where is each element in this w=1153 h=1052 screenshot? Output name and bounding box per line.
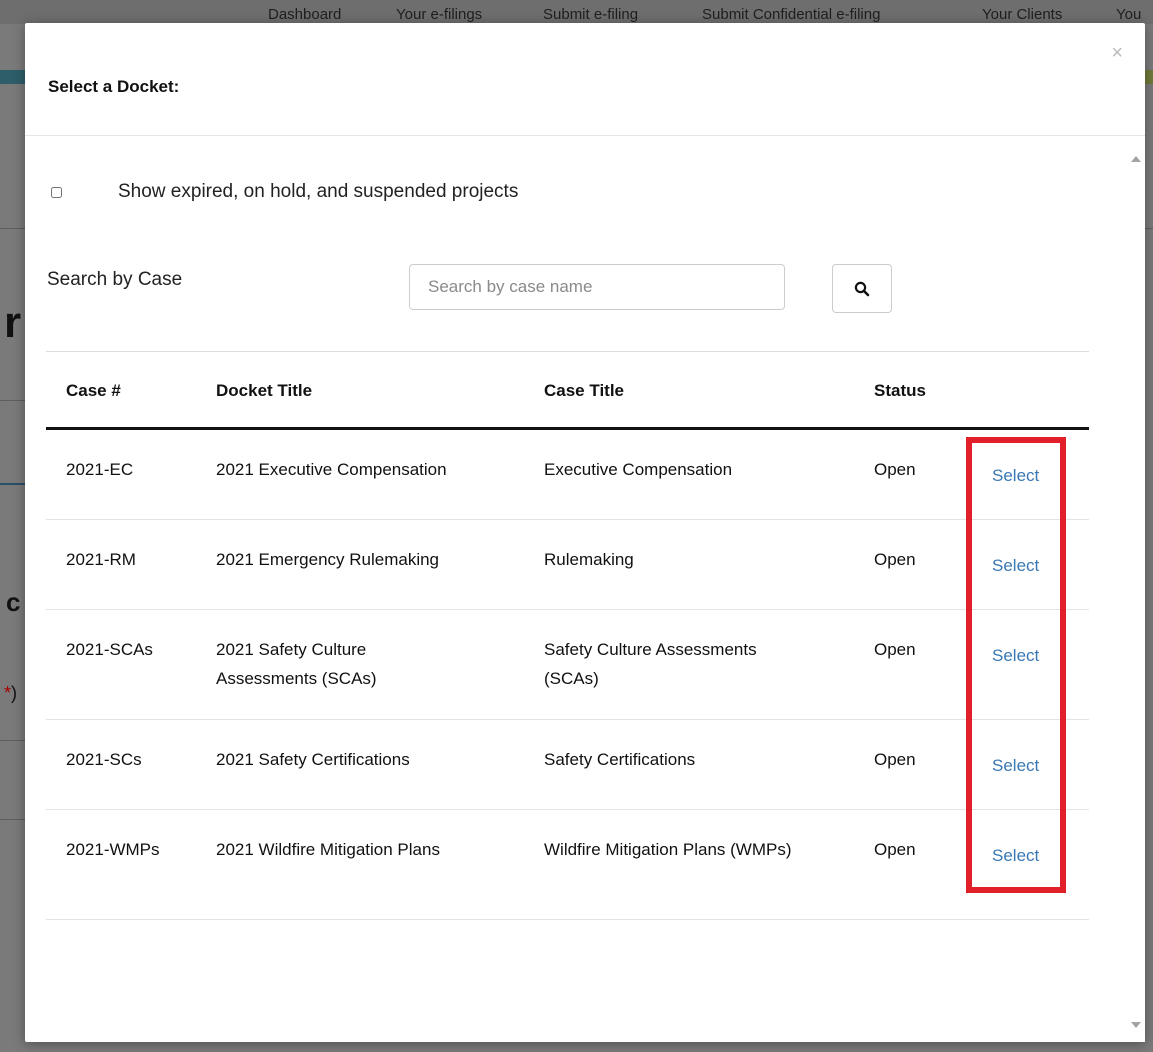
status-cell: Open <box>874 640 916 659</box>
bg-accent-bar <box>1145 70 1153 84</box>
select-docket-modal: Select a Docket: × Show expired, on hold… <box>25 23 1145 1042</box>
bg-accent-bar <box>0 70 26 84</box>
docket-title-cell: 2021 Safety Certifications <box>216 750 410 769</box>
show-expired-checkbox[interactable] <box>51 186 62 198</box>
scroll-up-arrow-icon[interactable] <box>1131 156 1141 162</box>
modal-scrollbar[interactable] <box>1126 136 1145 1042</box>
case-title-cell: Safety Culture Assessments (SCAs) <box>544 640 757 688</box>
bg-nav-item: Submit e-filing <box>543 6 639 23</box>
show-expired-filter: Show expired, on hold, and suspended pro… <box>51 181 518 203</box>
close-icon[interactable]: × <box>1111 43 1123 63</box>
bg-nav-item: Submit Confidential e-filing <box>702 6 881 23</box>
select-link[interactable]: Select <box>992 551 1039 580</box>
case-number-cell: 2021-WMPs <box>66 840 160 859</box>
docket-table: Case # Docket Title Case Title Status 20… <box>46 351 1089 920</box>
status-cell: Open <box>874 460 916 479</box>
table-header: Case # Docket Title Case Title Status <box>46 352 1089 430</box>
modal-title: Select a Docket: <box>48 77 180 96</box>
case-number-cell: 2021-RM <box>66 550 136 569</box>
case-number-cell: 2021-EC <box>66 460 134 479</box>
header-case-number: Case # <box>66 381 121 400</box>
case-title-cell: Safety Certifications <box>544 750 696 769</box>
select-link[interactable]: Select <box>992 751 1039 780</box>
bg-nav-item: Your Clients <box>982 6 1063 23</box>
table-row: 2021-SCs 2021 Safety Certifications Safe… <box>46 720 1089 810</box>
docket-title-cell: 2021 Executive Compensation <box>216 460 447 479</box>
bg-divider <box>0 740 26 741</box>
search-button[interactable] <box>832 264 892 313</box>
table-row: 2021-RM 2021 Emergency Rulemaking Rulema… <box>46 520 1089 610</box>
bg-divider <box>0 400 26 401</box>
table-row: 2021-WMPs 2021 Wildfire Mitigation Plans… <box>46 810 1089 920</box>
scroll-down-arrow-icon[interactable] <box>1131 1022 1141 1028</box>
bg-nav-item: Your e-filings <box>396 6 483 23</box>
bg-divider <box>0 819 26 820</box>
bg-tab-underline <box>0 483 26 485</box>
docket-title-cell: 2021 Emergency Rulemaking <box>216 550 440 569</box>
bg-heading-fragment: c <box>6 587 21 617</box>
docket-title-cell: 2021 Safety Culture Assessments (SCAs) <box>216 640 377 688</box>
select-link[interactable]: Select <box>992 461 1039 490</box>
case-number-cell: 2021-SCs <box>66 750 142 769</box>
modal-header: Select a Docket: × <box>25 23 1145 136</box>
header-case-title: Case Title <box>544 381 625 400</box>
select-link[interactable]: Select <box>992 841 1039 870</box>
case-title-cell: Rulemaking <box>544 550 634 569</box>
bg-divider <box>0 228 26 229</box>
table-row: 2021-EC 2021 Executive Compensation Exec… <box>46 430 1089 520</box>
header-docket-title: Docket Title <box>216 381 313 400</box>
table-row: 2021-SCAs 2021 Safety Culture Assessment… <box>46 610 1089 720</box>
status-cell: Open <box>874 840 916 859</box>
select-link[interactable]: Select <box>992 641 1039 670</box>
background-nav: Dashboard Your e-filings Submit e-filing… <box>0 0 1153 24</box>
case-title-cell: Executive Compensation <box>544 460 733 479</box>
case-title-cell: Wildfire Mitigation Plans (WMPs) <box>544 840 792 859</box>
bg-text-fragment: *) <box>4 683 18 703</box>
bg-divider <box>1145 228 1153 229</box>
case-number-cell: 2021-SCAs <box>66 640 153 659</box>
status-cell: Open <box>874 750 916 769</box>
status-cell: Open <box>874 550 916 569</box>
bg-nav-item: You <box>1116 6 1142 23</box>
search-icon <box>854 281 870 296</box>
search-input[interactable] <box>409 264 785 310</box>
header-status: Status <box>874 381 926 400</box>
bg-heading-fragment: r <box>4 298 22 347</box>
search-label: Search by Case <box>47 269 183 290</box>
docket-title-cell: 2021 Wildfire Mitigation Plans <box>216 840 440 859</box>
show-expired-label: Show expired, on hold, and suspended pro… <box>118 181 519 202</box>
bg-nav-item: Dashboard <box>268 6 342 23</box>
